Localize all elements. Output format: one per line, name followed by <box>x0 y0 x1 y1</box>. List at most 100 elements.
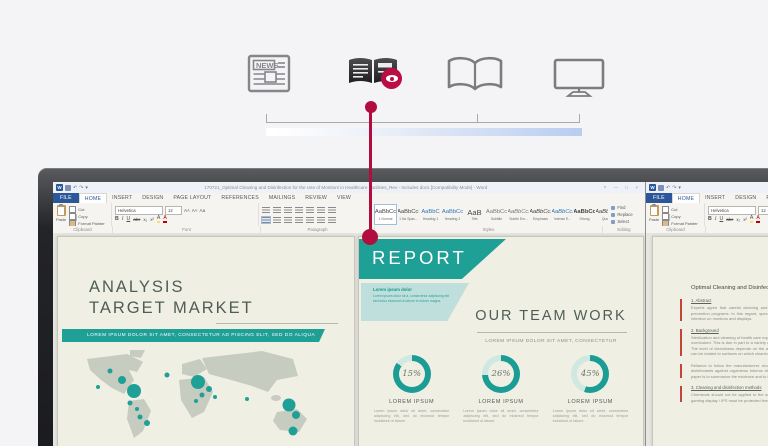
donut-body: Lorem ipsum dolor sit amet, consectetur … <box>456 409 545 424</box>
donut-item: 15% LOREM IPSUM Lorem ipsum dolor sit am… <box>367 355 456 424</box>
tab-review[interactable]: REVIEW <box>300 193 332 203</box>
underline-button[interactable]: U <box>126 216 130 222</box>
shrink-font-icon[interactable]: A˅ <box>192 208 198 213</box>
bullets-icon[interactable] <box>262 207 270 213</box>
underline-button[interactable]: U <box>719 216 723 222</box>
word-logo-icon: W <box>56 184 63 191</box>
tab-design[interactable]: DESIGN <box>730 193 761 203</box>
undo-icon[interactable]: ↶ <box>666 185 670 191</box>
justify-icon[interactable] <box>295 217 303 223</box>
donut-chart: 26% <box>482 355 520 393</box>
sort-icon[interactable] <box>317 207 325 213</box>
monitor-screen: W ↶ ↷ ▾ 170721_Optimal Cleaning and Disi… <box>53 182 768 446</box>
cut-button[interactable]: Cut <box>69 206 104 213</box>
font-color-button[interactable]: A <box>756 215 759 223</box>
qat-more-icon[interactable]: ▾ <box>678 185 681 191</box>
paste-icon <box>650 205 659 216</box>
word-window-right: W ↶ ↷ ▾ FILE HOME INSERT DESIGN PAGE LAY… <box>645 182 768 446</box>
show-marks-icon[interactable] <box>328 207 336 213</box>
document-canvas[interactable]: Optimal Cleaning and Disinfection of Mon… <box>646 233 768 446</box>
style-item[interactable]: AaBbCcIQuote <box>596 204 608 225</box>
tab-page-layout[interactable]: PAGE LAYOUT <box>761 193 768 203</box>
replace-button[interactable]: Replace <box>611 212 642 217</box>
style-item[interactable]: AaBbCcHeading 2 <box>442 204 463 225</box>
font-name-select[interactable]: Helvetica <box>115 206 163 215</box>
ruler-tick <box>477 114 478 123</box>
highlight-button[interactable]: A <box>157 215 160 223</box>
window-controls[interactable]: ? — □ × <box>604 185 645 190</box>
font-color-button[interactable]: A <box>163 215 166 223</box>
gradient-progress-bar[interactable] <box>266 128 582 136</box>
font-name-select[interactable]: Helvetica <box>708 206 756 215</box>
tab-insert[interactable]: INSERT <box>107 193 137 203</box>
undo-icon[interactable]: ↶ <box>73 185 77 191</box>
superscript-button[interactable]: x² <box>743 217 747 222</box>
numbering-icon[interactable] <box>273 207 281 213</box>
copy-button[interactable]: Copy <box>662 213 697 220</box>
bold-button[interactable]: B <box>115 216 119 222</box>
style-item[interactable]: AaBbCc1 Normal <box>374 204 397 225</box>
change-case-icon[interactable]: Aa <box>200 208 206 213</box>
italic-button[interactable]: I <box>122 216 124 222</box>
tab-references[interactable]: REFERENCES <box>216 193 263 203</box>
save-icon[interactable] <box>65 185 71 191</box>
team-work-heading: OUR TEAM WORK <box>461 308 641 324</box>
multilevel-list-icon[interactable] <box>284 207 292 213</box>
align-center-icon[interactable] <box>273 217 281 223</box>
increase-indent-icon[interactable] <box>306 207 314 213</box>
title-bar[interactable]: W ↶ ↷ ▾ <box>646 182 768 193</box>
redo-icon[interactable]: ↷ <box>672 185 676 191</box>
bold-button[interactable]: B <box>708 216 712 222</box>
style-item[interactable]: AaBbCcIIntense E... <box>552 204 573 225</box>
styles-gallery: AaBbCc1 Normal AaBbCcI1 No Spac... AaBbC… <box>372 203 608 226</box>
tab-home[interactable]: HOME <box>672 193 700 203</box>
style-item[interactable]: AaBbCcIEmphasis <box>530 204 551 225</box>
tab-file[interactable]: FILE <box>53 193 79 203</box>
tab-view[interactable]: VIEW <box>332 193 356 203</box>
borders-icon[interactable] <box>328 217 336 223</box>
grow-font-icon[interactable]: A˄ <box>184 208 190 213</box>
find-button[interactable]: Find <box>611 205 642 210</box>
clipboard-group: Paste Cut Copy Format Painter <box>646 203 705 226</box>
document-canvas[interactable]: ANALYSIS TARGET MARKET LOREM IPSUM DOLOR… <box>53 233 645 446</box>
paste-button[interactable]: Paste <box>649 205 659 224</box>
select-button[interactable]: Select <box>611 219 642 224</box>
quick-access-toolbar[interactable]: W ↶ ↷ ▾ <box>646 184 681 191</box>
title-bar[interactable]: W ↶ ↷ ▾ 170721_Optimal Cleaning and Disi… <box>53 182 645 193</box>
style-item[interactable]: AaBbCcI1 No Spac... <box>398 204 419 225</box>
style-item[interactable]: AaBbCcStrong <box>574 204 595 225</box>
paste-label: Paste <box>56 217 66 222</box>
style-item[interactable]: AaBTitle <box>464 204 485 225</box>
subscript-button[interactable]: x₂ <box>143 217 147 222</box>
align-left-icon[interactable] <box>262 217 270 223</box>
tab-home[interactable]: HOME <box>79 193 107 203</box>
copy-button[interactable]: Copy <box>69 213 104 220</box>
cut-button[interactable]: Cut <box>662 206 697 213</box>
shading-icon[interactable] <box>317 217 325 223</box>
tab-page-layout[interactable]: PAGE LAYOUT <box>168 193 216 203</box>
strikethrough-button[interactable]: abc <box>726 217 733 222</box>
flyer-page-report: REPORT Lorem ipsum dolor Lorem ipsum dol… <box>358 236 644 446</box>
tab-insert[interactable]: INSERT <box>700 193 730 203</box>
ribbon-tabs: FILE HOME INSERT DESIGN PAGE LAYOUT REFE… <box>53 193 645 203</box>
style-item[interactable]: AaBbCcISubtle Em... <box>508 204 529 225</box>
superscript-button[interactable]: x² <box>150 217 154 222</box>
quick-access-toolbar[interactable]: W ↶ ↷ ▾ <box>53 184 88 191</box>
tab-file[interactable]: FILE <box>646 193 672 203</box>
paste-button[interactable]: Paste <box>56 205 66 224</box>
font-size-select[interactable]: 12 <box>165 206 182 215</box>
line-spacing-icon[interactable] <box>306 217 314 223</box>
highlight-button[interactable]: A <box>750 215 753 223</box>
italic-button[interactable]: I <box>715 216 717 222</box>
style-item[interactable]: AaBbCcSubtitle <box>486 204 507 225</box>
tab-design[interactable]: DESIGN <box>137 193 168 203</box>
align-right-icon[interactable] <box>284 217 292 223</box>
save-icon[interactable] <box>658 185 664 191</box>
font-size-select[interactable]: 12 <box>758 206 768 215</box>
tab-mailings[interactable]: MAILINGS <box>264 193 300 203</box>
decrease-indent-icon[interactable] <box>295 207 303 213</box>
style-item[interactable]: AaBbCHeading 1 <box>420 204 441 225</box>
redo-icon[interactable]: ↷ <box>79 185 83 191</box>
subscript-button[interactable]: x₂ <box>736 217 740 222</box>
strikethrough-button[interactable]: abc <box>133 217 140 222</box>
